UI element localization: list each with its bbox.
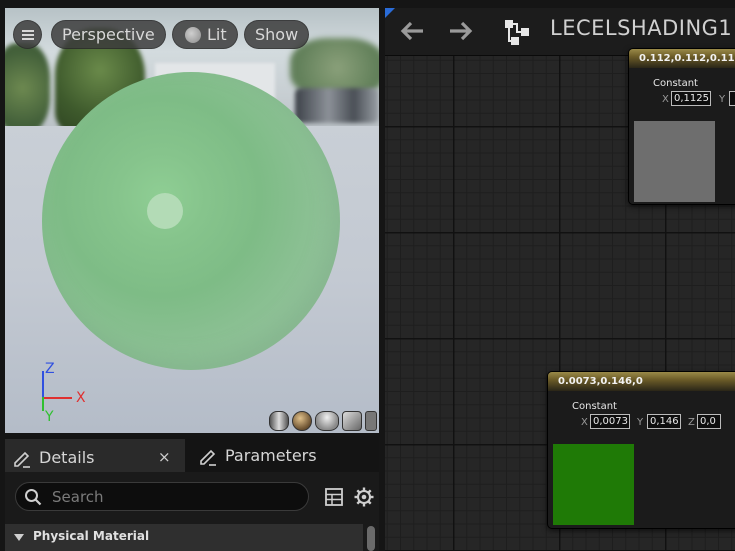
- tab-details[interactable]: Details ×: [5, 439, 185, 472]
- section-label: Physical Material: [33, 529, 150, 543]
- canvas-corner-marker: [385, 8, 395, 18]
- field-value-z[interactable]: 0,0: [697, 414, 721, 429]
- table-view-icon[interactable]: [325, 488, 343, 506]
- search-input[interactable]: [52, 486, 302, 508]
- perspective-button[interactable]: Perspective: [51, 20, 166, 49]
- field-label-x: X: [662, 94, 669, 105]
- forward-arrow-icon[interactable]: [448, 20, 474, 42]
- pencil-icon: [200, 449, 216, 466]
- pencil-icon: [14, 451, 30, 468]
- preview-shape-toolbar: [269, 411, 377, 433]
- material-graph-canvas[interactable]: LECELSHADING1 0.112,0.112,0.112 Constant…: [385, 8, 735, 551]
- field-label-y: Y: [719, 94, 726, 105]
- close-icon[interactable]: ×: [158, 441, 171, 474]
- material-editor-window: Perspective Lit Show Z X Y Details × Par…: [0, 0, 735, 551]
- details-panel: Details × Parameters Search Physical Mat…: [5, 436, 379, 551]
- details-tab-bar: Details × Parameters: [5, 436, 379, 472]
- z-axis-label: Z: [45, 361, 55, 377]
- show-button[interactable]: Show: [244, 20, 310, 49]
- chevron-down-icon: [14, 534, 24, 541]
- y-axis-label: Y: [45, 409, 54, 425]
- node-subtitle: Constant: [572, 401, 617, 412]
- preview-sphere: [42, 72, 340, 370]
- y-axis-line: [42, 397, 44, 411]
- field-value-x[interactable]: 0,1125: [671, 91, 711, 106]
- plane-shape-icon[interactable]: [315, 411, 339, 431]
- tab-parameters[interactable]: Parameters: [191, 439, 379, 472]
- field-value-y[interactable]: [729, 91, 735, 106]
- tab-parameters-label: Parameters: [225, 446, 317, 465]
- graph-title: LECELSHADING1: [550, 16, 733, 40]
- back-arrow-icon[interactable]: [399, 20, 425, 42]
- field-label-y: Y: [637, 417, 644, 428]
- hamburger-icon: [22, 30, 34, 32]
- background-cars: [295, 88, 379, 123]
- axis-gizmo: Z X Y: [35, 361, 95, 425]
- lit-sphere-icon: [185, 27, 201, 43]
- search-box[interactable]: [15, 482, 309, 511]
- field-label-x: X: [581, 417, 588, 428]
- x-axis-line: [42, 397, 72, 399]
- physical-material-section[interactable]: Physical Material: [5, 524, 363, 551]
- cube-shape-icon[interactable]: [342, 411, 362, 431]
- node-subtitle: Constant: [653, 78, 698, 89]
- field-value-y[interactable]: 0,146: [647, 414, 681, 429]
- preview-viewport[interactable]: Perspective Lit Show Z X Y: [5, 8, 379, 433]
- lit-label: Lit: [207, 25, 227, 44]
- constant-node[interactable]: 0.112,0.112,0.112 Constant X 0,1125 Y: [628, 48, 735, 205]
- x-axis-label: X: [76, 390, 86, 406]
- node-title: 0.112,0.112,0.112: [629, 49, 735, 68]
- sphere-shape-icon[interactable]: [292, 411, 312, 431]
- details-scrollbar[interactable]: [367, 526, 375, 551]
- hierarchy-icon[interactable]: [503, 18, 531, 46]
- lit-button[interactable]: Lit: [172, 20, 238, 49]
- viewport-menu-button[interactable]: [13, 20, 42, 49]
- node-title: 0.0073,0.146,0: [548, 372, 735, 391]
- tab-details-label: Details: [39, 448, 95, 467]
- custom-mesh-shape-icon[interactable]: [365, 411, 377, 431]
- gear-icon[interactable]: [353, 486, 375, 508]
- field-label-z: Z: [688, 417, 695, 428]
- color-preview-swatch: [553, 444, 634, 525]
- z-axis-line: [42, 371, 44, 399]
- background-tree: [5, 43, 50, 133]
- search-icon: [25, 489, 42, 506]
- color-preview-swatch: [634, 121, 715, 202]
- constant-node[interactable]: 0.0073,0.146,0 Constant X 0,0073 Y 0,146…: [547, 371, 735, 529]
- sphere-highlight: [147, 193, 183, 229]
- field-value-x[interactable]: 0,0073: [590, 414, 630, 429]
- cylinder-shape-icon[interactable]: [269, 411, 289, 431]
